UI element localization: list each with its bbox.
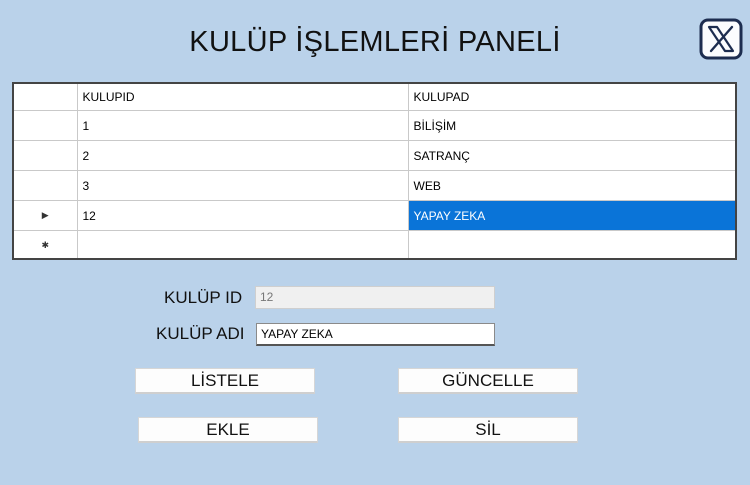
delete-button[interactable]: SİL [398, 417, 578, 443]
grid-header-row: KULUPID KULUPAD [14, 84, 735, 111]
cell-kulupad[interactable]: SATRANÇ [408, 140, 735, 171]
new-row[interactable]: ✱ [14, 230, 735, 258]
page-title: KULÜP İŞLEMLERİ PANELİ [189, 26, 561, 58]
table-row[interactable]: 3 WEB [14, 170, 735, 201]
new-row-marker-icon[interactable]: ✱ [14, 230, 78, 258]
cell-kulupad[interactable]: YAPAY ZEKA [408, 200, 735, 231]
cell-kulupid[interactable]: 12 [77, 200, 409, 231]
club-name-label: KULÜP ADI [156, 324, 245, 343]
cell-kulupad-new[interactable] [408, 230, 735, 258]
table-row[interactable]: 1 BİLİŞİM [14, 110, 735, 141]
x-logo-icon [699, 18, 743, 60]
current-row-marker-icon[interactable]: ▶ [14, 200, 78, 231]
column-header-kulupid[interactable]: KULUPID [77, 84, 409, 111]
update-button[interactable]: GÜNCELLE [398, 368, 578, 394]
cell-kulupid-new[interactable] [77, 230, 409, 258]
cell-kulupad[interactable]: WEB [408, 170, 735, 201]
club-name-field[interactable]: YAPAY ZEKA [256, 323, 495, 346]
cell-kulupid[interactable]: 3 [77, 170, 409, 201]
row-header-corner [14, 84, 78, 111]
row-header[interactable] [14, 170, 78, 201]
close-button[interactable] [699, 18, 743, 60]
cell-kulupid[interactable]: 2 [77, 140, 409, 171]
list-button[interactable]: LİSTELE [135, 368, 315, 394]
cell-kulupid[interactable]: 1 [77, 110, 409, 141]
club-id-label: KULÜP ID [164, 288, 243, 307]
column-header-kulupad[interactable]: KULUPAD [408, 84, 735, 111]
row-header[interactable] [14, 140, 78, 171]
table-row-selected[interactable]: ▶ 12 YAPAY ZEKA [14, 200, 735, 231]
cell-kulupad[interactable]: BİLİŞİM [408, 110, 735, 141]
row-header[interactable] [14, 110, 78, 141]
table-row[interactable]: 2 SATRANÇ [14, 140, 735, 171]
club-data-grid[interactable]: KULUPID KULUPAD 1 BİLİŞİM 2 SATRANÇ 3 WE… [12, 82, 737, 260]
club-id-field[interactable]: 12 [255, 286, 495, 309]
add-button[interactable]: EKLE [138, 417, 318, 443]
